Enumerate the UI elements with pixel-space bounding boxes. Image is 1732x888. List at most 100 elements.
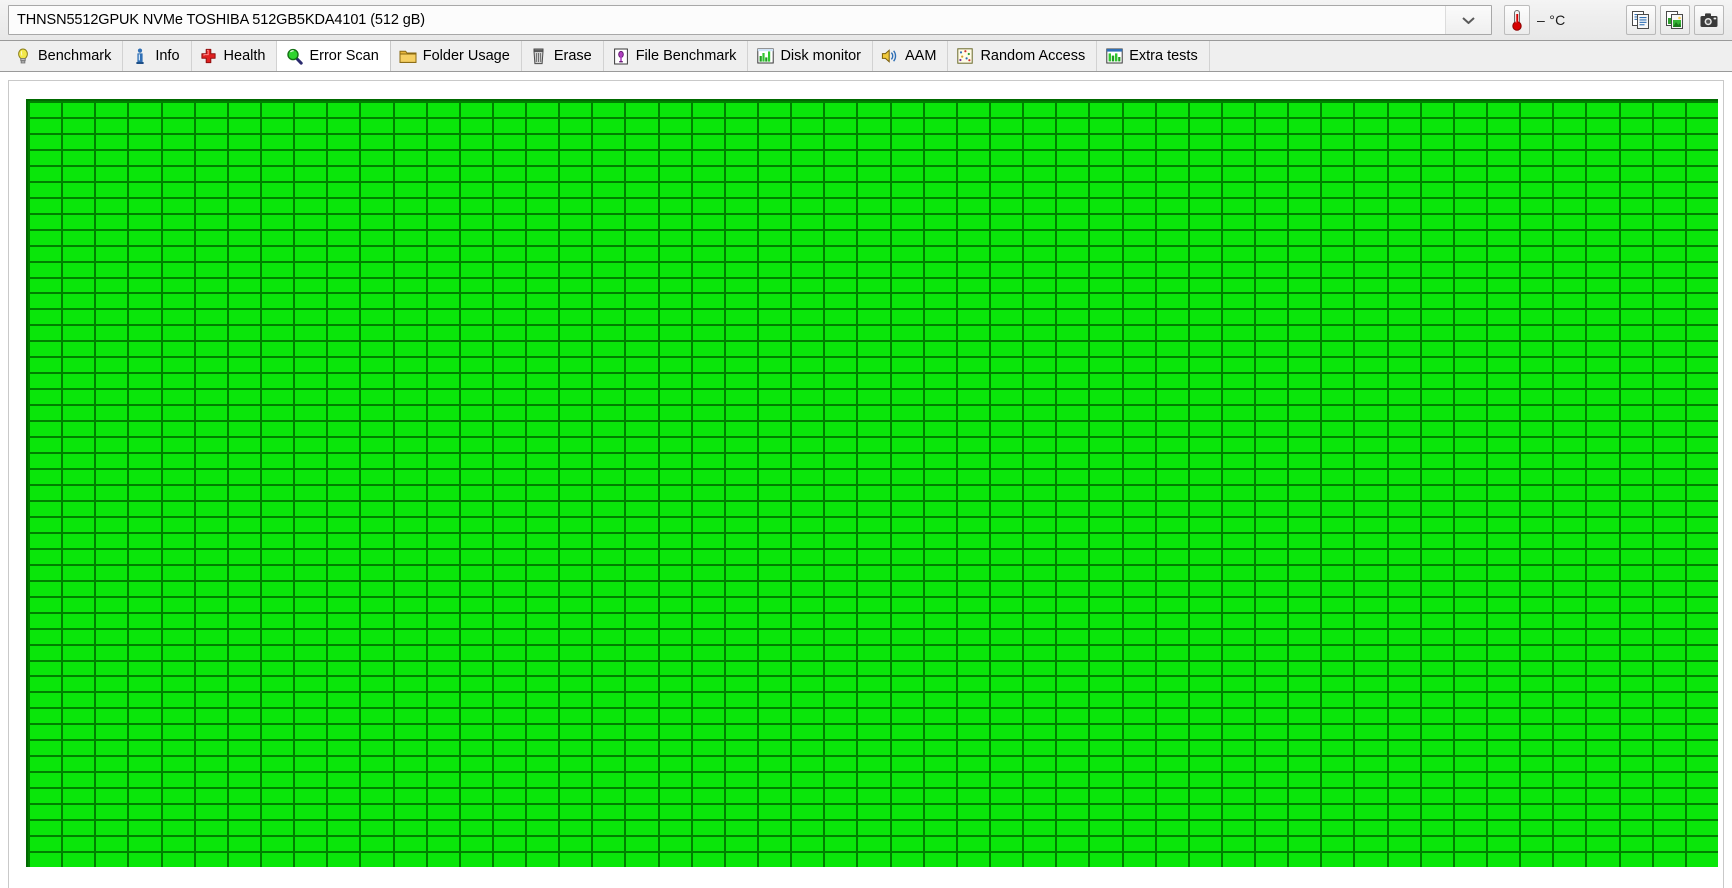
scan-block bbox=[493, 773, 526, 788]
scan-block bbox=[858, 837, 890, 852]
scan-block bbox=[195, 661, 227, 676]
scan-block bbox=[659, 645, 691, 660]
scan-block bbox=[924, 310, 956, 325]
scan-block bbox=[1156, 422, 1188, 437]
scan-block bbox=[63, 358, 95, 373]
copy-text-button[interactable] bbox=[1626, 5, 1656, 35]
scan-block bbox=[261, 326, 294, 341]
screenshot-button[interactable] bbox=[1694, 5, 1724, 35]
scan-block bbox=[1289, 789, 1321, 804]
scan-block bbox=[1421, 789, 1453, 804]
scan-block bbox=[957, 278, 989, 293]
scan-block bbox=[96, 501, 128, 516]
scan-block bbox=[1322, 501, 1354, 516]
scan-block bbox=[1355, 422, 1387, 437]
scan-block bbox=[1057, 454, 1089, 469]
scan-block bbox=[1620, 517, 1652, 532]
scan-block bbox=[593, 837, 625, 852]
scan-block bbox=[295, 470, 327, 484]
scan-block bbox=[957, 485, 989, 500]
scan-block bbox=[129, 565, 161, 580]
scan-block bbox=[1123, 501, 1155, 516]
scan-block bbox=[1686, 741, 1718, 756]
scan-block bbox=[1024, 182, 1056, 197]
scan-block bbox=[493, 693, 526, 708]
scan-block bbox=[1289, 406, 1321, 421]
scan-block bbox=[759, 677, 791, 692]
scan-block bbox=[725, 390, 758, 405]
scan-block bbox=[1189, 182, 1221, 197]
scan-block bbox=[1289, 150, 1321, 165]
scan-block bbox=[1554, 709, 1586, 724]
copy-image-button[interactable] bbox=[1660, 5, 1690, 35]
tab-error-scan[interactable]: Error Scan bbox=[277, 41, 391, 71]
scan-block bbox=[957, 517, 989, 532]
scan-block bbox=[1256, 326, 1288, 341]
scan-block bbox=[1156, 741, 1188, 756]
scan-block bbox=[692, 485, 724, 500]
scan-block bbox=[1388, 645, 1420, 660]
tab-health[interactable]: Health bbox=[192, 41, 278, 71]
tab-folder-usage[interactable]: Folder Usage bbox=[391, 41, 522, 71]
scan-block bbox=[1057, 198, 1089, 213]
scan-block bbox=[1289, 773, 1321, 788]
scan-block bbox=[1156, 438, 1188, 453]
tab-extra-tests[interactable]: Extra tests bbox=[1097, 41, 1210, 71]
scan-block bbox=[1189, 438, 1221, 453]
scan-block bbox=[228, 533, 260, 548]
chevron-down-icon[interactable] bbox=[1445, 6, 1491, 34]
scan-block bbox=[1521, 645, 1553, 660]
tab-file-benchmark[interactable]: File Benchmark bbox=[604, 41, 749, 71]
scan-block bbox=[1123, 821, 1155, 836]
scan-block bbox=[858, 118, 890, 133]
tab-benchmark[interactable]: Benchmark bbox=[6, 41, 124, 71]
tab-disk-monitor[interactable]: Disk monitor bbox=[748, 41, 874, 71]
scan-block bbox=[626, 470, 658, 484]
scan-block bbox=[228, 597, 260, 612]
scan-block bbox=[30, 134, 62, 149]
scan-block bbox=[957, 390, 989, 405]
scan-block bbox=[295, 326, 327, 341]
scan-block bbox=[858, 406, 890, 421]
tab-erase[interactable]: Erase bbox=[522, 41, 604, 71]
scan-block bbox=[659, 789, 691, 804]
scan-block bbox=[725, 629, 758, 644]
scan-block bbox=[1521, 103, 1553, 117]
scan-block bbox=[560, 182, 592, 197]
scan-block bbox=[1421, 725, 1453, 740]
scan-block bbox=[1189, 709, 1221, 724]
scan-block bbox=[228, 342, 260, 357]
scan-block bbox=[725, 789, 758, 804]
scan-block bbox=[1554, 661, 1586, 676]
scan-block bbox=[725, 182, 758, 197]
scan-block bbox=[725, 773, 758, 788]
tab-aam[interactable]: AAM bbox=[873, 41, 949, 71]
scan-block bbox=[96, 246, 128, 261]
scan-block bbox=[1521, 166, 1553, 181]
error-scan-block-map[interactable] bbox=[26, 99, 1718, 867]
scan-block bbox=[162, 565, 194, 580]
scan-block bbox=[493, 390, 526, 405]
scan-block bbox=[1686, 198, 1718, 213]
scan-block bbox=[1322, 278, 1354, 293]
scan-block bbox=[1587, 198, 1619, 213]
tab-info[interactable]: Info bbox=[123, 41, 192, 71]
scan-block bbox=[493, 725, 526, 740]
scan-block bbox=[527, 166, 559, 181]
scan-block bbox=[1554, 629, 1586, 644]
scan-block bbox=[1024, 310, 1056, 325]
scan-block bbox=[659, 741, 691, 756]
scan-block bbox=[1355, 517, 1387, 532]
scan-block bbox=[692, 565, 724, 580]
tab-random-access[interactable]: Random Access bbox=[948, 41, 1098, 71]
scan-block bbox=[759, 757, 791, 772]
scan-block bbox=[792, 406, 824, 421]
scan-block bbox=[1587, 103, 1619, 117]
scan-block bbox=[493, 501, 526, 516]
scan-block bbox=[1090, 454, 1122, 469]
scan-block bbox=[593, 533, 625, 548]
drive-selector-combobox[interactable]: THNSN5512GPUK NVMe TOSHIBA 512GB5KDA4101… bbox=[8, 5, 1492, 35]
scan-block bbox=[1156, 517, 1188, 532]
scan-block bbox=[1322, 214, 1354, 229]
scan-block bbox=[1057, 709, 1089, 724]
